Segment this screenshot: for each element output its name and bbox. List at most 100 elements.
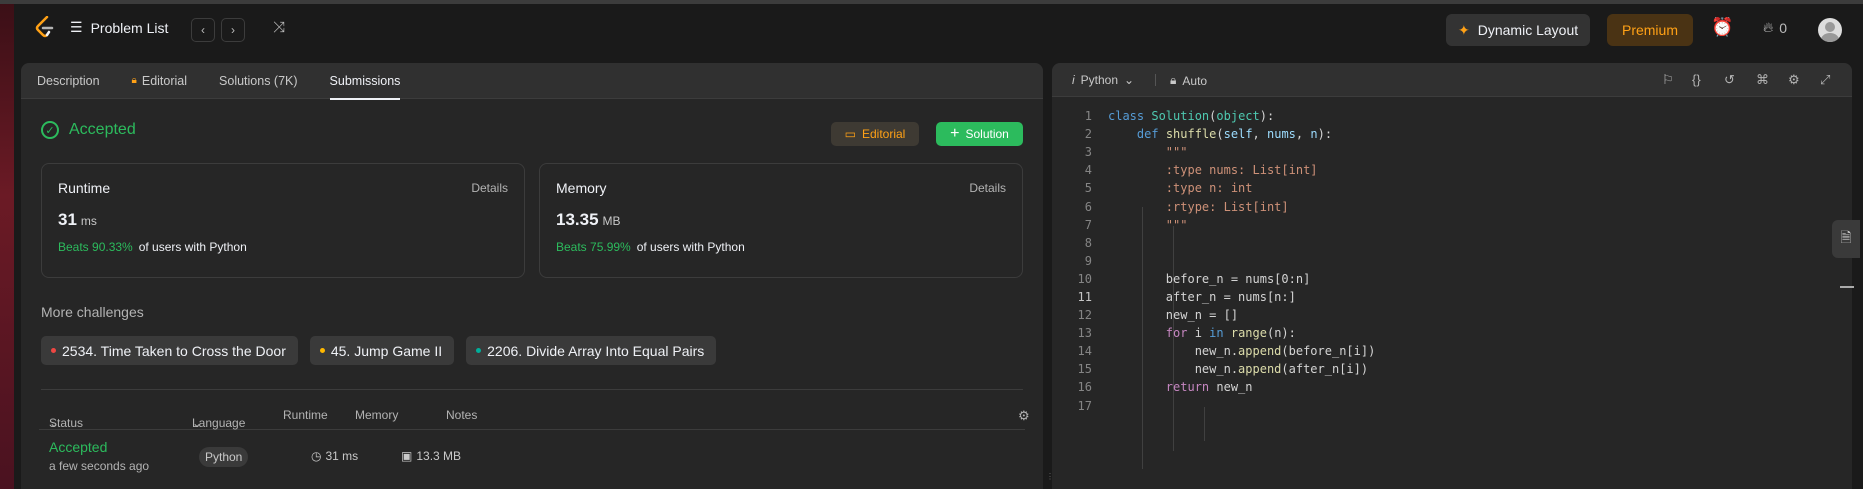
settings-icon[interactable]: ⚙ <box>1788 72 1800 88</box>
line-number: 2 <box>1084 127 1092 142</box>
line-number: 15 <box>1077 362 1092 377</box>
runtime-details-link[interactable]: Details <box>471 181 508 195</box>
row-runtime-value: 31 ms <box>325 449 359 463</box>
runtime-card[interactable]: Runtime Details 31 ms Beats 90.33% of user… <box>41 163 525 278</box>
challenge-chip[interactable]: 2206. Divide Array Into Equal Pairs <box>466 336 717 365</box>
braces-icon[interactable]: {} <box>1692 72 1701 87</box>
code-line: 4 :type nums: List[int] <box>1052 161 1852 179</box>
alarm-clock-icon[interactable]: ⏰ <box>1711 17 1733 38</box>
line-number: 5 <box>1084 181 1092 196</box>
line-number: 10 <box>1077 271 1092 286</box>
toolbar-separator <box>1155 74 1156 86</box>
tab-label: Description <box>37 73 100 88</box>
book-icon: ▭ <box>844 127 856 141</box>
line-number: 14 <box>1077 344 1092 359</box>
code-line: 14 new_n. append (before_n[i]) <box>1052 342 1852 360</box>
code-line: 13 for i in range (n): <box>1052 324 1852 342</box>
status-text: Accepted <box>69 121 136 138</box>
streak-count: 0 <box>1779 19 1788 36</box>
gear-icon[interactable]: ⚙ <box>1018 408 1030 424</box>
tab-solutions[interactable]: Solutions (7K) <box>219 63 298 99</box>
row-timestamp: a few seconds ago <box>49 459 150 473</box>
code-line: 11 after_n = nums[n:] <box>1052 288 1852 306</box>
problem-list-link[interactable]: ☰ Problem List <box>70 19 168 36</box>
memory-unit: MB <box>602 214 621 228</box>
code-line: 16 return new_n <box>1052 378 1852 396</box>
challenge-label: 2534. Time Taken to Cross the Door <box>62 342 286 359</box>
editorial-button-label: Editorial <box>861 127 906 141</box>
runtime-beats-suffix: of users with Python <box>138 240 247 254</box>
code-line: 7 """ <box>1052 216 1852 234</box>
chevron-right-icon: › <box>231 23 235 37</box>
reset-icon[interactable]: ↺ <box>1724 72 1735 88</box>
line-number: 11 <box>1077 289 1092 304</box>
auto-mode[interactable]: 🔒︎ Auto <box>1170 73 1207 88</box>
streak-counter[interactable]: 🔥︎ 0 <box>1763 19 1787 36</box>
difficulty-dot <box>476 348 482 353</box>
desktop-background-strip <box>0 0 14 489</box>
runtime-beats: Beats 90.33% of users with Python <box>58 240 508 254</box>
difficulty-dot <box>319 348 325 353</box>
row-status[interactable]: Accepted <box>49 439 107 455</box>
memory-card[interactable]: Memory Details 13.35 MB Beats 75.99% of us… <box>539 163 1023 278</box>
chevron-down-icon: ⌄ <box>192 416 203 430</box>
line-number: 17 <box>1077 398 1092 413</box>
line-number: 7 <box>1084 217 1092 232</box>
runtime-column-header: Runtime <box>283 408 328 422</box>
problem-list-label: Problem List <box>90 19 169 36</box>
code-area[interactable]: 1 class Solution(object): 2 def shuffle(s… <box>1052 107 1852 415</box>
memory-value-row: 13.35 MB <box>556 210 1006 230</box>
code-line: 12 new_n = [] <box>1052 306 1852 324</box>
editorial-button[interactable]: ▭ Editorial <box>831 122 919 146</box>
line-number: 6 <box>1084 199 1092 214</box>
tab-label: Submissions <box>329 73 401 88</box>
memory-details-link[interactable]: Details <box>969 181 1006 195</box>
code-line: 3 """ <box>1052 143 1852 161</box>
row-memory-value: 13.3 MB <box>416 449 462 463</box>
next-problem-button[interactable]: › <box>221 18 245 42</box>
language-select-label: Python <box>1080 73 1119 87</box>
tab-editorial[interactable]: 🔒︎ Editorial <box>132 63 188 99</box>
user-avatar[interactable] <box>1818 18 1842 42</box>
leetcode-logo-icon[interactable] <box>34 15 56 40</box>
post-solution-button[interactable]: + Solution <box>936 122 1023 146</box>
chevron-down-icon: ⌄ <box>1124 73 1135 87</box>
tab-description[interactable]: Description <box>37 63 100 99</box>
line-number: 4 <box>1084 163 1092 178</box>
lock-icon: 🔒︎ <box>1170 73 1177 87</box>
code-line: 9 <box>1052 252 1852 270</box>
code-line: 17 <box>1052 397 1852 415</box>
chip-icon: ▣ <box>401 449 413 463</box>
chevron-down-icon: ⌄ <box>49 416 60 430</box>
challenge-chip[interactable]: 45. Jump Game II <box>309 336 455 365</box>
row-memory: ▣ 13.3 MB <box>401 449 461 463</box>
shuffle-icon[interactable]: ⤨ <box>273 19 285 36</box>
notes-float-button[interactable]: 🗎︎ <box>1832 220 1860 258</box>
command-icon[interactable]: ⌘ <box>1756 72 1769 88</box>
code-line: 8 <box>1052 234 1852 252</box>
challenge-chip[interactable]: 2534. Time Taken to Cross the Door <box>41 336 298 365</box>
language-select[interactable]: i Python ⌄ <box>1072 73 1134 87</box>
auto-label: Auto <box>1182 73 1208 88</box>
prev-problem-button[interactable]: ‹ <box>191 18 215 42</box>
tab-submissions[interactable]: Submissions <box>329 63 401 100</box>
plus-icon: + <box>950 125 960 142</box>
runtime-value: 31 <box>58 210 77 229</box>
expand-icon[interactable]: ⤢ <box>1820 72 1830 88</box>
bookmark-icon[interactable]: ⚐ <box>1662 72 1674 88</box>
line-number: 16 <box>1077 380 1092 395</box>
tab-label: Solutions (7K) <box>219 73 298 88</box>
runtime-beats-pct: Beats 90.33% <box>58 240 133 254</box>
premium-button[interactable]: Premium <box>1607 14 1693 46</box>
check-circle-icon: ✓ <box>41 121 59 139</box>
table-row[interactable]: Accepted a few seconds ago Python ◷ 31 ms… <box>39 433 1025 483</box>
runtime-unit: ms <box>80 214 97 228</box>
memory-value: 13.35 <box>556 210 599 229</box>
challenge-label: 45. Jump Game II <box>330 342 443 359</box>
memory-beats-pct: Beats 75.99% <box>556 240 631 254</box>
code-line: 10 before_n = nums[0:n] <box>1052 270 1852 288</box>
memory-column-header: Memory <box>355 408 399 422</box>
dynamic-layout-button[interactable]: ✦ Dynamic Layout <box>1446 14 1591 46</box>
line-number: 3 <box>1084 145 1092 160</box>
row-runtime: ◷ 31 ms <box>311 449 358 463</box>
